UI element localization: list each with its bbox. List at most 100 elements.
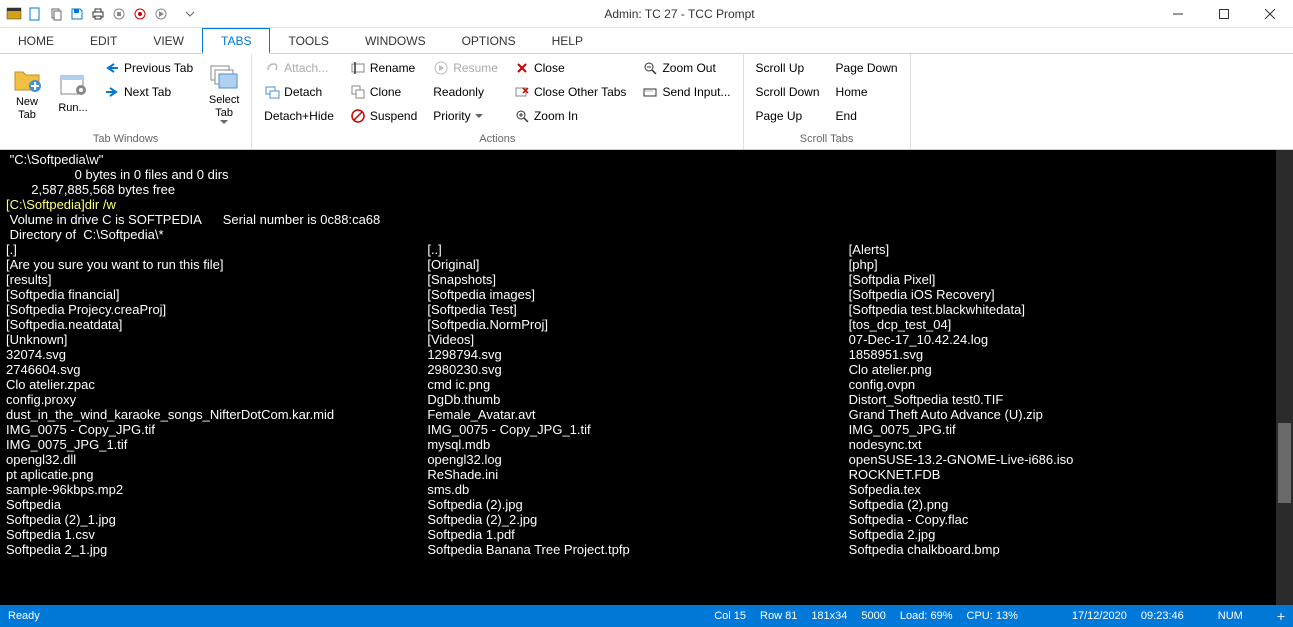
terminal-columns: [.][Are you sure you want to run this fi… — [6, 242, 1270, 557]
status-plus[interactable]: + — [1277, 608, 1285, 624]
terminal-line: Softpedia 1.csv — [6, 527, 427, 542]
maximize-button[interactable] — [1201, 0, 1247, 28]
terminal-line: Softpedia Banana Tree Project.tpfp — [427, 542, 848, 557]
app-icon[interactable] — [4, 4, 24, 24]
status-load: Load: 69% — [900, 610, 953, 622]
scroll-up-button[interactable]: Scroll Up — [750, 56, 826, 80]
record-icon[interactable] — [130, 4, 150, 24]
readonly-button[interactable]: Readonly — [427, 80, 504, 104]
tabs-icon — [57, 68, 89, 100]
close-button[interactable] — [1247, 0, 1293, 28]
vertical-scrollbar[interactable] — [1276, 150, 1293, 605]
close-other-tabs-button[interactable]: Close Other Tabs — [508, 80, 633, 104]
menu-windows[interactable]: WINDOWS — [347, 28, 444, 53]
run-button[interactable]: Run... — [52, 56, 94, 128]
suspend-icon — [350, 108, 366, 124]
terminal-line: 07-Dec-17_10.42.24.log — [849, 332, 1270, 347]
status-bar: Ready Col 15 Row 81 181x34 5000 Load: 69… — [0, 605, 1293, 627]
terminal-line: 1858951.svg — [849, 347, 1270, 362]
menu-tools[interactable]: TOOLS — [270, 28, 346, 53]
close-tab-button[interactable]: Close — [508, 56, 633, 80]
send-input-button[interactable]: Send Input... — [636, 80, 736, 104]
menu-edit[interactable]: EDIT — [72, 28, 135, 53]
terminal-line: Softpedia (2).jpg — [427, 497, 848, 512]
terminal-line: Female_Avatar.avt — [427, 407, 848, 422]
terminal-line: 0 bytes in 0 files and 0 dirs — [6, 167, 1270, 182]
rename-button[interactable]: Rename — [344, 56, 423, 80]
menu-view[interactable]: VIEW — [135, 28, 202, 53]
terminal-line: Softpedia 2_1.jpg — [6, 542, 427, 557]
home-button[interactable]: Home — [830, 80, 904, 104]
terminal-line: [Softpedia images] — [427, 287, 848, 302]
scroll-down-button[interactable]: Scroll Down — [750, 80, 826, 104]
next-tab-button[interactable]: Next Tab — [98, 80, 199, 104]
new-doc-icon[interactable] — [25, 4, 45, 24]
attach-button[interactable]: Attach... — [258, 56, 340, 80]
menu-home[interactable]: HOME — [0, 28, 72, 53]
terminal[interactable]: "C:\Softpedia\w" 0 bytes in 0 files and … — [0, 150, 1293, 605]
chevron-down-icon — [475, 114, 483, 118]
copy-icon[interactable] — [46, 4, 66, 24]
folder-icon — [11, 62, 43, 94]
new-tab-button[interactable]: New Tab — [6, 56, 48, 128]
terminal-line: ROCKNET.FDB — [849, 467, 1270, 482]
page-down-button[interactable]: Page Down — [830, 56, 904, 80]
terminal-line: config.ovpn — [849, 377, 1270, 392]
window-controls — [1155, 0, 1293, 28]
zoom-in-button[interactable]: Zoom In — [508, 104, 633, 128]
priority-button[interactable]: Priority — [427, 104, 504, 128]
print-icon[interactable] — [88, 4, 108, 24]
terminal-content[interactable]: "C:\Softpedia\w" 0 bytes in 0 files and … — [0, 150, 1276, 605]
terminal-line: IMG_0075 - Copy_JPG_1.tif — [427, 422, 848, 437]
terminal-line: Softpedia (2).png — [849, 497, 1270, 512]
play-icon[interactable] — [151, 4, 171, 24]
detach-icon — [264, 84, 280, 100]
detach-button[interactable]: Detach — [258, 80, 340, 104]
terminal-line: pt aplicatie.png — [6, 467, 427, 482]
terminal-line: 1298794.svg — [427, 347, 848, 362]
terminal-line: Volume in drive C is SOFTPEDIA Serial nu… — [6, 212, 1270, 227]
ribbon-group-scroll-tabs: Scroll Up Scroll Down Page Up Page Down … — [744, 54, 911, 149]
status-row: Row 81 — [760, 610, 797, 622]
menu-tabs[interactable]: TABS — [202, 28, 270, 54]
terminal-line: Grand Theft Auto Advance (U).zip — [849, 407, 1270, 422]
terminal-line: [Softpdia Pixel] — [849, 272, 1270, 287]
terminal-line: config.proxy — [6, 392, 427, 407]
stop-icon[interactable] — [109, 4, 129, 24]
select-tab-button[interactable]: Select Tab — [203, 56, 245, 128]
terminal-line: [results] — [6, 272, 427, 287]
resume-button[interactable]: Resume — [427, 56, 504, 80]
terminal-line: cmd ic.png — [427, 377, 848, 392]
terminal-line: [Softpedia iOS Recovery] — [849, 287, 1270, 302]
terminal-line: IMG_0075_JPG_1.tif — [6, 437, 427, 452]
terminal-line: 2980230.svg — [427, 362, 848, 377]
terminal-line: Softpedia - Copy.flac — [849, 512, 1270, 527]
menu-options[interactable]: OPTIONS — [444, 28, 534, 53]
chevron-down-icon — [220, 120, 228, 124]
close-multi-icon — [514, 84, 530, 100]
menu-help[interactable]: HELP — [534, 28, 601, 53]
terminal-line: mysql.mdb — [427, 437, 848, 452]
detach-hide-button[interactable]: Detach+Hide — [258, 104, 340, 128]
terminal-line: Softpedia chalkboard.bmp — [849, 542, 1270, 557]
clone-button[interactable]: Clone — [344, 80, 423, 104]
minimize-button[interactable] — [1155, 0, 1201, 28]
qat-dropdown-icon[interactable] — [180, 4, 200, 24]
clone-icon — [350, 84, 366, 100]
end-button[interactable]: End — [830, 104, 904, 128]
terminal-line: Clo atelier.png — [849, 362, 1270, 377]
keyboard-icon — [642, 84, 658, 100]
terminal-line: Clo atelier.zpac — [6, 377, 427, 392]
terminal-line: [Softpedia test.blackwhitedata] — [849, 302, 1270, 317]
terminal-line: [..] — [427, 242, 848, 257]
ribbon-group-tab-windows: New Tab Run... Previous Tab Next Tab Sel… — [0, 54, 252, 149]
scrollbar-thumb[interactable] — [1278, 423, 1291, 503]
save-icon[interactable] — [67, 4, 87, 24]
title-bar: Admin: TC 27 - TCC Prompt — [0, 0, 1293, 28]
suspend-button[interactable]: Suspend — [344, 104, 423, 128]
terminal-line: Softpedia — [6, 497, 427, 512]
terminal-line: nodesync.txt — [849, 437, 1270, 452]
zoom-out-button[interactable]: Zoom Out — [636, 56, 736, 80]
previous-tab-button[interactable]: Previous Tab — [98, 56, 199, 80]
page-up-button[interactable]: Page Up — [750, 104, 826, 128]
